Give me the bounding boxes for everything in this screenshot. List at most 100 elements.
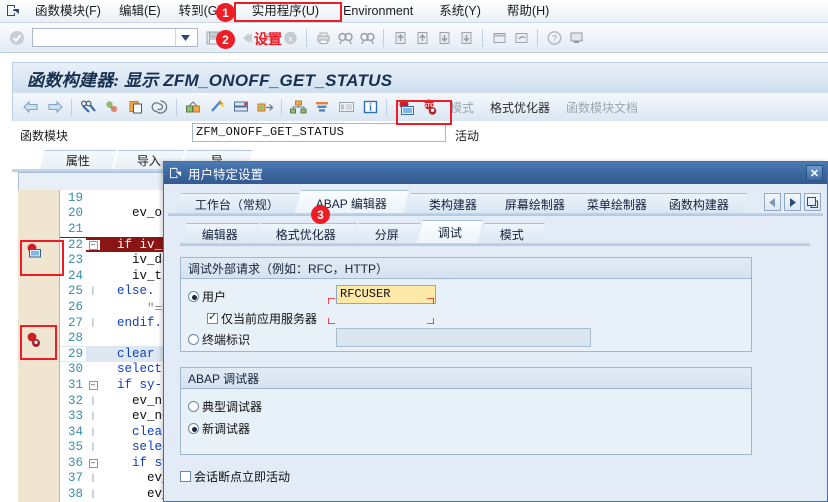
line-number: 26 [67, 299, 83, 314]
tab-label: 菜单绘制器 [586, 198, 647, 212]
create-shortcut-button[interactable] [510, 27, 532, 49]
current-server-row[interactable]: 仅当前应用服务器 [207, 310, 317, 327]
terminal-radio[interactable] [188, 334, 199, 345]
editor-settings-tabstrip-underline [180, 243, 810, 246]
tab-split-screen[interactable]: 分屏 [353, 223, 421, 244]
user-radio-row[interactable]: 用户 [188, 288, 226, 305]
fold-marker[interactable]: | [86, 286, 100, 296]
copy-button[interactable] [124, 96, 148, 118]
terminal-radio-row[interactable]: 终端标识 [188, 331, 250, 348]
current-server-checkbox[interactable] [207, 311, 218, 324]
classic-debugger-radio[interactable] [188, 401, 199, 412]
session-breakpoint-checkbox[interactable] [180, 471, 191, 482]
user-radio[interactable] [188, 291, 199, 302]
page-title-bar: 函数构建器: 显示 ZFM_ONOFF_GET_STATUS [0, 53, 828, 93]
tab-debugging[interactable]: 调试 [417, 220, 483, 244]
badge-number: 1 [222, 5, 229, 20]
new-debugger-radio[interactable] [188, 423, 199, 434]
triangle-right-icon[interactable] [784, 193, 801, 211]
debug-user-input[interactable]: RFCUSER [336, 285, 436, 304]
code-text: clear l [102, 346, 170, 361]
code-text: ev_nf [102, 393, 170, 408]
fold-marker[interactable]: | [86, 442, 100, 452]
tab-menu-painter[interactable]: 菜单绘制器 [569, 193, 665, 215]
line-number: 27 [67, 315, 83, 330]
list-button[interactable] [334, 96, 358, 118]
nav-back-button[interactable] [19, 96, 43, 118]
tab-function-builder[interactable]: 函数构建器 [651, 193, 747, 215]
fold-marker[interactable]: | [86, 318, 100, 328]
badge-number: 3 [317, 207, 324, 222]
line-number: 19 [67, 190, 83, 205]
tab-class-builder[interactable]: 类构建器 [405, 193, 501, 215]
menu-item-environment[interactable]: Environment [334, 1, 422, 22]
cancel-button[interactable]: x [279, 27, 301, 49]
where-used-list-button[interactable] [100, 96, 124, 118]
close-icon[interactable]: ✕ [806, 165, 823, 181]
triangle-left-icon[interactable] [764, 193, 781, 211]
active-inactive-button[interactable] [181, 96, 205, 118]
enter-button[interactable] [6, 27, 28, 49]
line-number: 28 [67, 331, 83, 346]
tab-workbench-general[interactable]: 工作台（常规） [175, 193, 299, 215]
tab-mode[interactable]: 模式 [479, 223, 545, 244]
tab-properties[interactable]: 属性 [39, 150, 117, 170]
find-button[interactable] [334, 27, 356, 49]
command-field[interactable] [32, 28, 198, 47]
external-debug-groupbox-title: 调试外部请求（例如：RFC，HTTP） [181, 258, 751, 279]
fold-marker[interactable]: | [86, 473, 100, 483]
tab-list-icon[interactable] [804, 193, 821, 211]
tab-screen-painter[interactable]: 屏幕绘制器 [487, 193, 583, 215]
fold-marker[interactable]: | [86, 489, 100, 499]
toolbar-separator [386, 98, 387, 116]
toolbar-label-pretty-printer[interactable]: 格式优化器 [482, 99, 558, 116]
menu-item-function-module[interactable]: 函数模块(F) [26, 1, 110, 22]
new-debugger-row[interactable]: 新调试器 [188, 420, 250, 437]
info-button[interactable]: i [358, 96, 382, 118]
sap-window-icon [0, 0, 26, 23]
fold-marker[interactable]: | [86, 427, 100, 437]
fold-marker[interactable]: | [86, 396, 100, 406]
toolbar-label-fm-doc: 函数模块文档 [566, 100, 639, 115]
check-button[interactable] [205, 96, 229, 118]
function-module-name-field[interactable]: ZFM_ONOFF_GET_STATUS [192, 123, 446, 142]
annotation-box-utilities-menu [234, 2, 342, 22]
terminal-id-input[interactable] [336, 328, 591, 347]
line-number: 36 [67, 455, 83, 470]
new-session-button[interactable] [488, 27, 510, 49]
next-page-button[interactable] [433, 27, 455, 49]
nav-forward-button[interactable] [43, 96, 67, 118]
svg-text:x: x [288, 34, 292, 43]
find-next-button[interactable] [356, 27, 378, 49]
previous-page-button[interactable] [411, 27, 433, 49]
function-call-button[interactable] [253, 96, 277, 118]
session-breakpoint-row[interactable]: 会话断点立即活动 [180, 468, 290, 485]
tab-editor[interactable]: 编辑器 [181, 223, 259, 244]
menu-label: 系统(Y) [439, 3, 481, 18]
last-page-button[interactable] [455, 27, 477, 49]
menu-item-edit[interactable]: 编辑(E) [110, 1, 170, 22]
menu-item-system[interactable]: 系统(Y) [430, 1, 490, 22]
help-button[interactable]: ? [543, 27, 565, 49]
pattern-button[interactable] [148, 96, 172, 118]
session-breakpoint-label: 会话断点立即活动 [194, 470, 291, 484]
chevron-down-icon[interactable] [175, 29, 195, 46]
print-button[interactable] [312, 27, 334, 49]
hierarchy-button[interactable] [286, 96, 310, 118]
line-number: 31 [67, 377, 83, 392]
fold-marker[interactable]: – [86, 380, 100, 390]
activate-button[interactable] [229, 96, 253, 118]
sort-button[interactable] [310, 96, 334, 118]
tab-label: 模式 [499, 227, 524, 242]
fold-marker[interactable]: – [86, 239, 100, 250]
annotation-box-external-breakpoint-gutter [20, 325, 57, 360]
menu-item-help[interactable]: 帮助(H) [498, 1, 558, 22]
command-input[interactable] [33, 30, 175, 45]
classic-debugger-row[interactable]: 典型调试器 [188, 398, 262, 415]
first-page-button[interactable] [389, 27, 411, 49]
fold-marker[interactable]: – [86, 458, 100, 468]
customize-layout-button[interactable] [565, 27, 587, 49]
tab-pretty-printer[interactable]: 格式优化器 [255, 223, 357, 244]
fold-marker[interactable]: | [86, 411, 100, 421]
display-change-button[interactable] [76, 96, 100, 118]
